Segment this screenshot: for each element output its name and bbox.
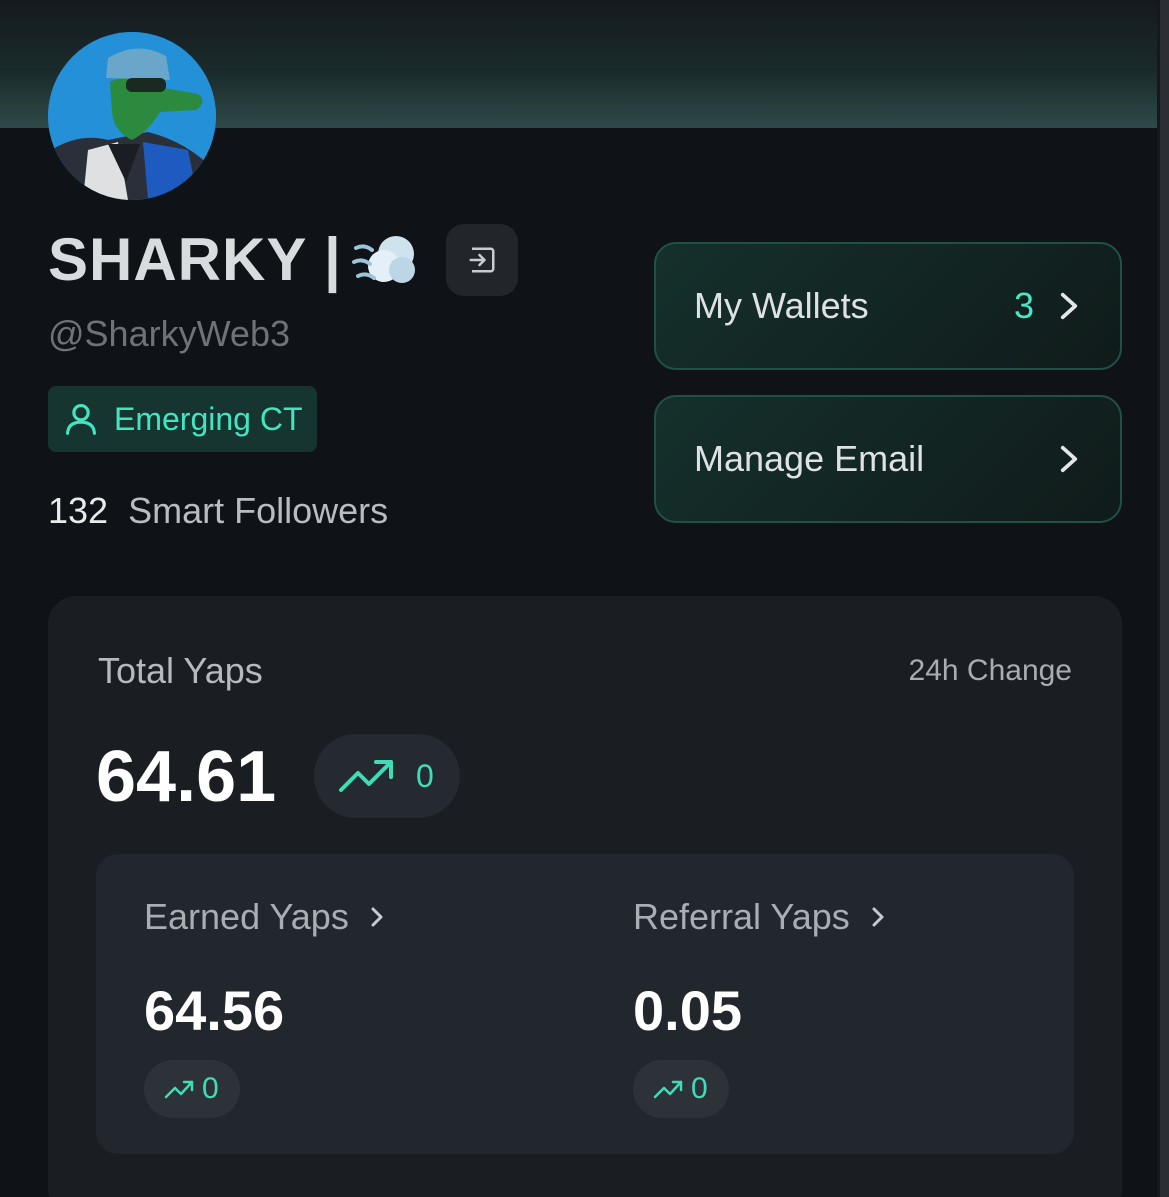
earned-yaps-value: 64.56 [144, 979, 285, 1042]
manage-email-button[interactable]: Manage Email [654, 395, 1122, 523]
change-period-label: 24h Change [908, 654, 1072, 687]
trending-up-icon [653, 1080, 683, 1099]
total-yaps-change-badge: 0 [314, 734, 460, 818]
my-wallets-button[interactable]: My Wallets 3 [654, 242, 1122, 370]
name-row: SHARKY | [48, 222, 518, 298]
smart-followers-label: Smart Followers [128, 490, 389, 531]
scrollbar[interactable] [1157, 0, 1169, 1197]
total-yaps-card: Total Yaps 24h Change 64.61 0 Earned Yap… [48, 596, 1122, 1197]
total-yaps-value: 64.61 [96, 737, 277, 817]
tier-badge-label: Emerging CT [114, 400, 303, 437]
earned-yaps-section: Earned Yaps 64.56 0 [144, 854, 584, 1154]
my-wallets-label: My Wallets [694, 285, 869, 326]
manage-email-label: Manage Email [694, 438, 925, 479]
display-name: SHARKY | [48, 226, 342, 293]
avatar-image [48, 32, 216, 200]
earned-yaps-label: Earned Yaps [144, 896, 349, 937]
trending-up-icon [339, 760, 393, 792]
logout-button[interactable] [445, 224, 518, 296]
yaps-breakdown-panel: Earned Yaps 64.56 0 Referral Yaps 0.05 0 [96, 854, 1074, 1154]
wallets-count: 3 [1013, 285, 1034, 326]
referral-yaps-link[interactable]: Referral Yaps [633, 896, 888, 938]
referral-yaps-value: 0.05 [633, 979, 742, 1042]
total-yaps-title: Total Yaps [98, 650, 263, 691]
chevron-right-icon [1060, 445, 1078, 473]
chevron-right-icon [1060, 292, 1078, 320]
logout-icon [469, 247, 495, 273]
referral-yaps-section: Referral Yaps 0.05 0 [633, 854, 1073, 1154]
referral-yaps-change-badge: 0 [633, 1060, 729, 1118]
trending-up-icon [164, 1080, 194, 1099]
chevron-right-icon [371, 907, 383, 927]
dashing-away-emoji-icon [351, 236, 415, 283]
earned-yaps-change-badge: 0 [144, 1060, 240, 1118]
total-yaps-change: 0 [416, 757, 434, 794]
tier-badge: Emerging CT [48, 386, 317, 452]
smart-followers-count: 132 [48, 490, 109, 531]
user-icon [65, 403, 97, 435]
earned-yaps-change: 0 [202, 1072, 219, 1105]
user-handle: @SharkyWeb3 [48, 313, 290, 354]
smart-followers[interactable]: 132 Smart Followers [48, 490, 388, 532]
chevron-right-icon [872, 907, 884, 927]
earned-yaps-link[interactable]: Earned Yaps [144, 896, 387, 938]
referral-yaps-change: 0 [691, 1072, 708, 1105]
referral-yaps-label: Referral Yaps [633, 896, 850, 937]
avatar[interactable] [48, 32, 216, 200]
